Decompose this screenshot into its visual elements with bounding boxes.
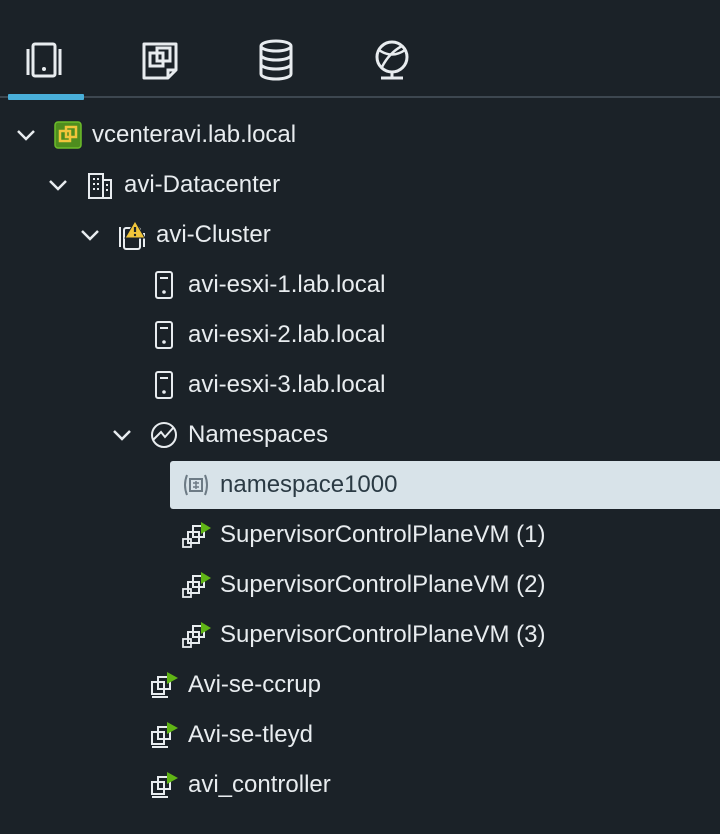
tree-node-label: Avi-se-ccrup [188, 671, 321, 698]
host-icon [148, 269, 180, 301]
chevron-down-icon[interactable] [14, 123, 38, 147]
tree-node-label: avi-esxi-2.lab.local [188, 321, 386, 348]
tree-node-label: avi-esxi-1.lab.local [188, 271, 386, 298]
vms-and-templates-tab[interactable] [128, 28, 192, 92]
tree-node-label: SupervisorControlPlaneVM (2) [220, 571, 546, 598]
tree-node-label: avi-esxi-3.lab.local [188, 371, 386, 398]
host-icon [148, 369, 180, 401]
hosts-clusters-icon [26, 42, 62, 78]
vm-group-powered-on-icon [180, 619, 212, 651]
chevron-down-icon[interactable] [110, 423, 134, 447]
tree-node-vm[interactable]: Avi-se-tleyd [0, 710, 720, 760]
tree-node-host[interactable]: avi-esxi-3.lab.local [0, 360, 720, 410]
tree-node-cluster[interactable]: avi-Cluster [0, 210, 720, 260]
cluster-warning-icon [116, 219, 148, 251]
network-icon [375, 40, 409, 80]
datastore-icon [259, 39, 293, 81]
namespaces-icon [148, 419, 180, 451]
networking-tab[interactable] [360, 28, 424, 92]
chevron-down-icon[interactable] [46, 173, 70, 197]
namespace-icon [180, 469, 212, 501]
tree-node-label: Namespaces [188, 421, 329, 448]
tree-node-vm[interactable]: SupervisorControlPlaneVM (2) [0, 560, 720, 610]
tree-node-label: Avi-se-tleyd [188, 721, 313, 748]
tree-node-datacenter[interactable]: avi-Datacenter [0, 160, 720, 210]
tree-node-label: SupervisorControlPlaneVM (3) [220, 621, 546, 648]
navigator-tab-bar [0, 0, 720, 100]
tree-node-host[interactable]: avi-esxi-1.lab.local [0, 260, 720, 310]
tree-node-vm[interactable]: Avi-se-ccrup [0, 660, 720, 710]
tree-node-host[interactable]: avi-esxi-2.lab.local [0, 310, 720, 360]
vm-powered-on-icon [148, 669, 180, 701]
tree-node-label: namespace1000 [220, 471, 398, 498]
tree-node-vcenter[interactable]: vcenteravi.lab.local [0, 110, 720, 160]
tree-node-label: avi-Cluster [156, 221, 271, 248]
tree-node-label: vcenteravi.lab.local [92, 121, 297, 148]
hosts-and-clusters-tab[interactable] [8, 28, 84, 100]
tree-node-label: avi-Datacenter [124, 171, 281, 198]
vm-powered-on-icon [148, 719, 180, 751]
chevron-down-icon[interactable] [78, 223, 102, 247]
vm-powered-on-icon [148, 769, 180, 801]
datacenter-icon [84, 169, 116, 201]
tree-node-namespace[interactable]: namespace1000 [0, 460, 720, 510]
vms-templates-icon [142, 42, 178, 80]
tree-node-vm[interactable]: avi_controller [0, 760, 720, 810]
storage-tab[interactable] [244, 28, 308, 92]
tree-node-vm[interactable]: SupervisorControlPlaneVM (1) [0, 510, 720, 560]
vcenter-icon [52, 119, 84, 151]
tree-node-label: avi_controller [188, 771, 331, 798]
vm-group-powered-on-icon [180, 569, 212, 601]
host-icon [148, 319, 180, 351]
tree-node-namespaces[interactable]: Namespaces [0, 410, 720, 460]
tree-node-vm[interactable]: SupervisorControlPlaneVM (3) [0, 610, 720, 660]
vm-group-powered-on-icon [180, 519, 212, 551]
tree-node-label: SupervisorControlPlaneVM (1) [220, 521, 546, 548]
